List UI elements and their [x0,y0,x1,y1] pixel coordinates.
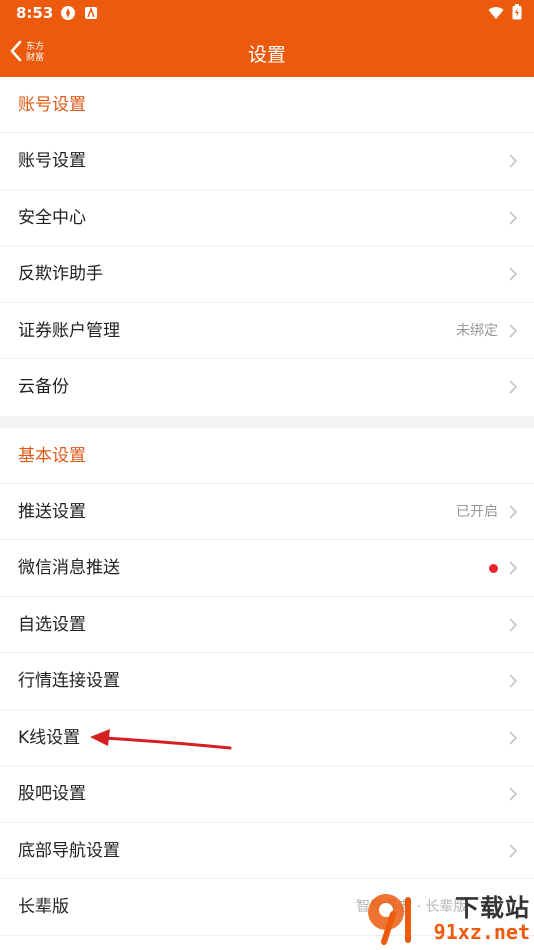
site-logo-icon [368,894,411,945]
settings-row-guba[interactable]: 股吧设置 [0,766,534,823]
chevron-right-icon [509,267,518,281]
page-title: 设置 [247,44,286,66]
row-label: 微信消息推送 [18,558,120,578]
battery-icon [512,4,522,24]
settings-row-anti-fraud[interactable]: 反欺诈助手 [0,246,534,303]
section-title-basic: 基本设置 [0,428,534,484]
settings-row-account[interactable]: 账号设置 [0,133,534,190]
settings-row-bottom-nav[interactable]: 底部导航设置 [0,823,534,879]
row-label: 账号设置 [18,151,86,171]
row-label: 底部导航设置 [18,840,120,861]
wifi-icon [488,5,504,24]
chevron-right-icon [509,617,518,632]
status-time: 8:53 [16,4,54,22]
settings-row-security-center[interactable]: 安全中心 [0,190,534,246]
row-label: 安全中心 [18,207,86,228]
unread-dot [489,563,498,573]
status-bar: 8:53 [0,0,534,28]
chevron-right-icon [509,561,518,575]
row-label: 长辈版 [18,897,69,917]
row-value: 未绑定 [456,322,498,339]
chevron-right-icon [509,154,518,168]
row-label: 证券账户管理 [18,320,120,341]
settings-row-wechat-push[interactable]: 微信消息推送 [0,540,534,597]
settings-row-quote-connection[interactable]: 行情连接设置 [0,653,534,710]
chevron-right-icon [509,504,518,519]
chevron-right-icon [509,210,518,225]
chevron-right-icon [509,787,518,801]
sync-icon [60,5,76,25]
row-label: 行情连接设置 [18,671,120,691]
section-title-account: 账号设置 [0,77,534,133]
app-notification-icon [84,5,98,24]
row-label: K线设置 [18,727,81,748]
settings-row-kline[interactable]: K线设置 [0,710,534,766]
settings-row-securities-account[interactable]: 证券账户管理 未绑定 [0,303,534,359]
chevron-right-icon [509,674,518,688]
row-label: 云备份 [18,377,69,397]
watermark-brand: 下载站 [455,894,530,922]
watermark-domain: 91xz.net [433,920,530,944]
row-label: 反欺诈助手 [18,264,103,284]
nav-bar: 东方 财富 设置 [0,28,534,77]
chevron-right-icon [509,380,518,394]
settings-list: 账号设置 账号设置 安全中心 反欺诈助手 证券账户管理 未绑定 云备份 基本设置… [0,77,534,936]
chevron-right-icon [509,323,518,338]
row-value: 已开启 [456,503,498,520]
settings-row-cloud-backup[interactable]: 云备份 [0,359,534,416]
chevron-right-icon [509,843,518,858]
watermark: 智慧养老 · 长辈版 下载站 91xz.net [356,886,534,950]
top-bar: 8:53 东方 财富 设置 [0,0,534,77]
row-label: 推送设置 [18,501,86,522]
settings-row-watchlist[interactable]: 自选设置 [0,597,534,653]
section-divider [0,415,534,428]
row-label: 自选设置 [18,614,86,635]
row-label: 股吧设置 [18,784,86,804]
settings-row-push[interactable]: 推送设置 已开启 [0,484,534,540]
chevron-right-icon [509,730,518,745]
